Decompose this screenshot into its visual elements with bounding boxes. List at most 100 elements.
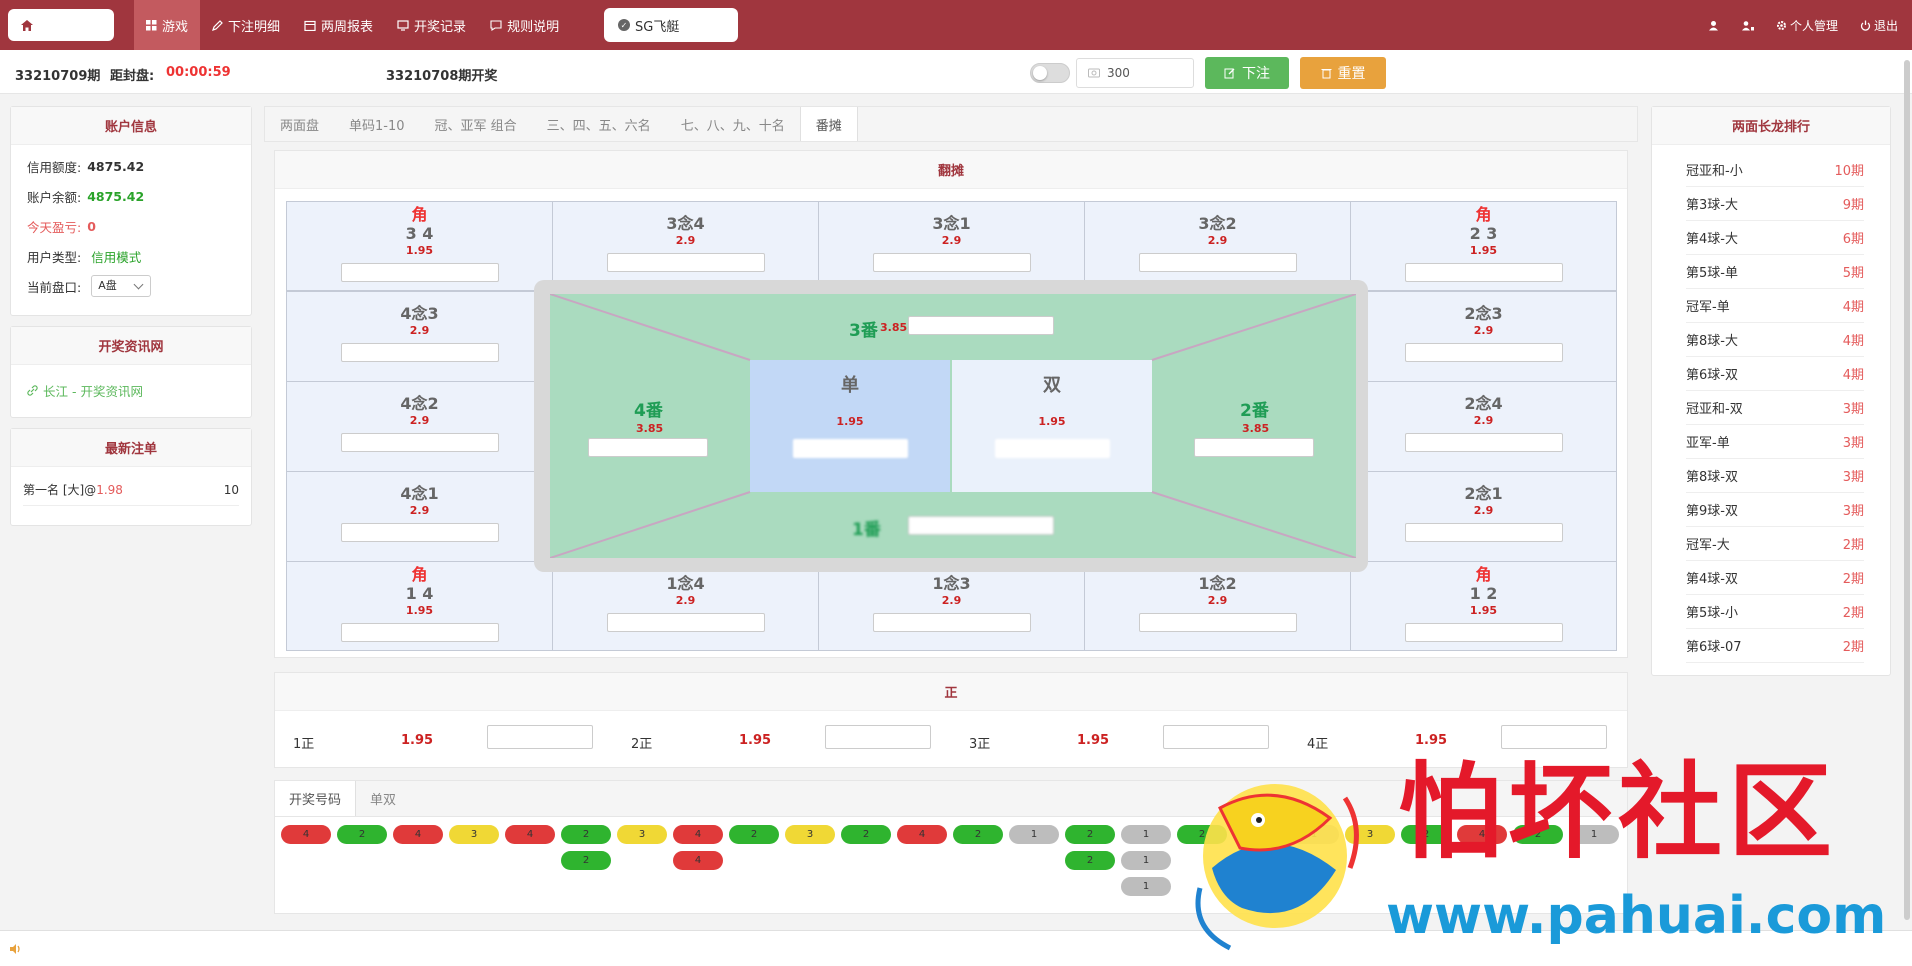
odds: 2.9 [1207, 594, 1228, 607]
home-icon [21, 19, 33, 31]
reset-button[interactable]: 重置 [1300, 57, 1386, 89]
nav-game[interactable]: 游戏 [134, 0, 201, 50]
bet-input[interactable] [1404, 623, 1563, 642]
logout-link[interactable]: 退出 [1860, 17, 1898, 34]
lottery-info-link[interactable]: 长江 - 开奖资讯网 [11, 365, 251, 415]
user-icon[interactable] [1708, 20, 1719, 31]
fantan-title: 翻摊 [275, 151, 1627, 189]
tab-draw-numbers[interactable]: 开奖号码 [275, 781, 357, 816]
nian-1-2-cell[interactable]: 1念2 2.9 [1084, 561, 1351, 651]
power-icon [1860, 20, 1871, 31]
personal-management-link[interactable]: 个人管理 [1776, 17, 1838, 34]
dragon-row: 第8球-大 4期 [1686, 323, 1864, 357]
tab-champion-combo[interactable]: 冠、亚军 组合 [420, 107, 532, 141]
bet-input[interactable] [1138, 613, 1297, 632]
zheng-4-odds: 1.95 [1415, 733, 1448, 748]
tab-odd-even[interactable]: 单双 [356, 781, 410, 816]
quick-bet-toggle[interactable] [1030, 63, 1070, 83]
dragon-row: 冠亚和-小 10期 [1686, 153, 1864, 187]
bet-input[interactable] [872, 253, 1031, 272]
dragon-name: 第5球-单 [1686, 266, 1738, 281]
bet-name: 3念4 [666, 214, 705, 233]
bet-input[interactable] [606, 613, 765, 632]
nian-4-1-cell[interactable]: 4念1 2.9 [286, 471, 553, 562]
nian-4-2-cell[interactable]: 4念2 2.9 [286, 381, 553, 472]
bet-input[interactable] [1404, 523, 1563, 542]
dragon-name: 第5球-小 [1686, 606, 1738, 621]
comment-icon [490, 19, 502, 31]
corner-3-4-cell[interactable]: 角 3 4 1.95 [286, 201, 553, 291]
bet-input[interactable] [606, 253, 765, 272]
odd-bet-cell[interactable]: 单 1.95 [750, 360, 950, 492]
odds: 1.95 [405, 604, 434, 617]
bet-amount-value: 300 [1107, 66, 1130, 80]
odds: 2.9 [1473, 504, 1494, 517]
result-ball: 2 [1065, 825, 1115, 844]
home-button[interactable] [8, 9, 114, 41]
bet-input[interactable] [994, 439, 1110, 458]
dragon-row: 第6球-07 2期 [1686, 629, 1864, 663]
corner-label: 角 [1475, 565, 1492, 584]
fan-4-input[interactable] [588, 438, 708, 457]
nav-report[interactable]: 两周报表 [292, 0, 385, 50]
nian-2-1-cell[interactable]: 2念1 2.9 [1350, 471, 1617, 562]
zheng-4-input[interactable] [1501, 725, 1607, 749]
corner-1-2-cell[interactable]: 角 1 2 1.95 [1350, 561, 1617, 651]
bet-input[interactable] [872, 613, 1031, 632]
tab-single-number[interactable]: 单码1-10 [334, 107, 420, 141]
tab-fantan[interactable]: 番摊 [799, 107, 858, 141]
bet-name: 2念4 [1464, 394, 1503, 413]
bet-input[interactable] [1404, 263, 1563, 282]
fan-4-label: 4番 [634, 401, 663, 421]
fan-2-label: 2番 [1240, 401, 1269, 421]
bet-input[interactable] [340, 433, 499, 452]
nian-2-3-cell[interactable]: 2念3 2.9 [1350, 291, 1617, 382]
nav-rules[interactable]: 规则说明 [478, 0, 571, 50]
nian-1-3-cell[interactable]: 1念3 2.9 [818, 561, 1085, 651]
zheng-3-input[interactable] [1163, 725, 1269, 749]
dragon-periods: 4期 [1842, 368, 1864, 383]
tab-rank-3-6[interactable]: 三、四、五、六名 [532, 107, 666, 141]
market-select[interactable]: A盘 [91, 275, 152, 297]
corner-2-3-cell[interactable]: 角 2 3 1.95 [1350, 201, 1617, 291]
bet-input[interactable] [1404, 343, 1563, 362]
recent-bet-odds: 1.98 [96, 483, 123, 497]
tab-rank-7-10[interactable]: 七、八、九、十名 [666, 107, 800, 141]
user-type-label: 用户类型: [27, 249, 82, 265]
bet-input[interactable] [792, 439, 908, 458]
nian-2-4-cell[interactable]: 2念4 2.9 [1350, 381, 1617, 472]
nian-3-2-cell[interactable]: 3念2 2.9 [1084, 201, 1351, 291]
nian-3-1-cell[interactable]: 3念1 2.9 [818, 201, 1085, 291]
fan-4-odds: 3.85 [636, 422, 664, 435]
zheng-1-input[interactable] [487, 725, 593, 749]
reset-button-label: 重置 [1337, 66, 1366, 82]
bet-input[interactable] [340, 263, 499, 282]
sound-icon[interactable] [9, 942, 23, 956]
zheng-2-input[interactable] [825, 725, 931, 749]
odds: 2.9 [675, 234, 696, 247]
fan-3-label: 3番 [849, 321, 878, 341]
tab-two-sides[interactable]: 两面盘 [265, 107, 334, 141]
fan-1-input[interactable] [908, 516, 1054, 535]
bet-input[interactable] [340, 623, 499, 642]
even-bet-cell[interactable]: 双 1.95 [952, 360, 1152, 492]
users-icon[interactable] [1741, 20, 1754, 31]
nav-draw-records[interactable]: 开奖记录 [385, 0, 478, 50]
nav-bet-details[interactable]: 下注明细 [200, 0, 292, 50]
bet-input[interactable] [340, 343, 499, 362]
nian-3-4-cell[interactable]: 3念4 2.9 [552, 201, 819, 291]
corner-1-4-cell[interactable]: 角 1 4 1.95 [286, 561, 553, 651]
fan-2-input[interactable] [1194, 438, 1314, 457]
bet-button[interactable]: 下注 [1205, 57, 1289, 89]
corner-numbers: 1 2 [1469, 584, 1498, 603]
nian-1-4-cell[interactable]: 1念4 2.9 [552, 561, 819, 651]
game-selector-sg-boat[interactable]: ✓ SG飞艇 [604, 8, 738, 42]
fan-3-input[interactable] [908, 316, 1054, 335]
bet-amount-input[interactable]: 300 [1076, 58, 1194, 88]
bet-input[interactable] [1404, 433, 1563, 452]
dragon-row: 第4球-大 6期 [1686, 221, 1864, 255]
bet-input[interactable] [340, 523, 499, 542]
bet-name: 2念3 [1464, 304, 1503, 323]
bet-input[interactable] [1138, 253, 1297, 272]
nian-4-3-cell[interactable]: 4念3 2.9 [286, 291, 553, 382]
